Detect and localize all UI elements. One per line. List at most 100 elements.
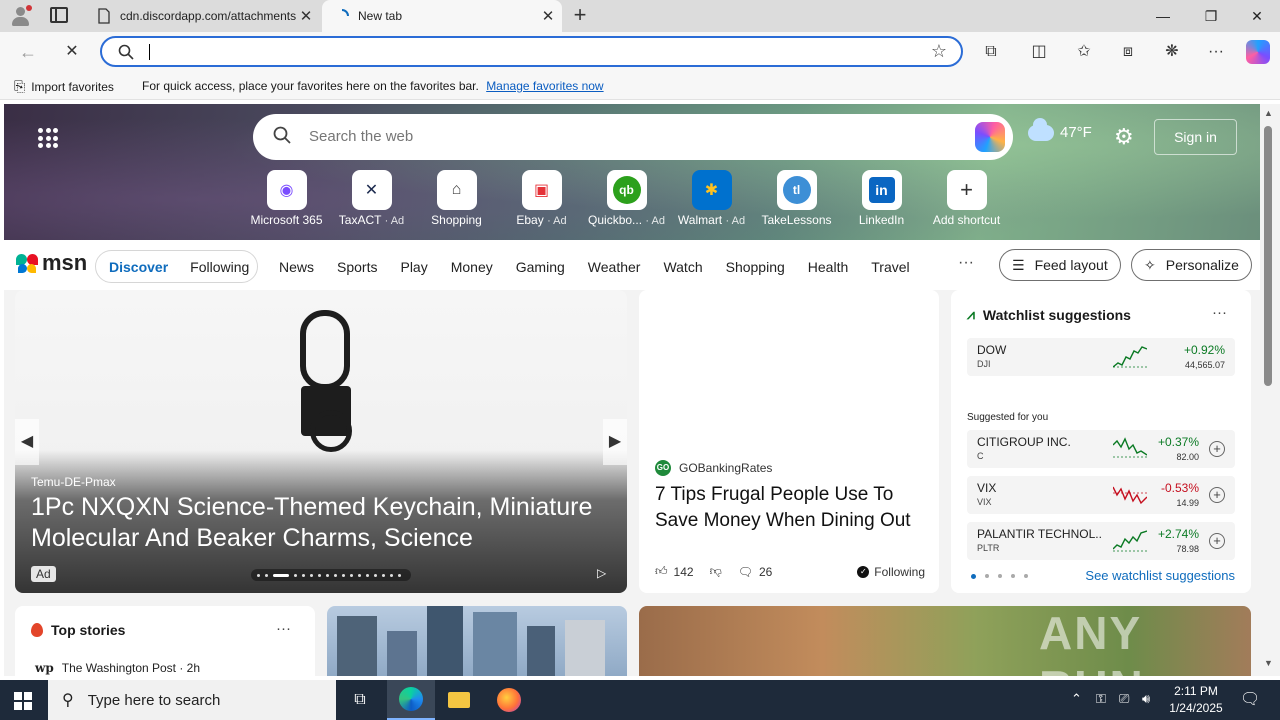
stock-citigroup[interactable]: CITIGROUP INC. C +0.37% 82.00 +: [967, 430, 1235, 468]
tab-discover[interactable]: Discover: [109, 259, 168, 275]
personalize-button[interactable]: ✧ Personalize: [1131, 249, 1252, 281]
nav-play[interactable]: Play: [400, 259, 427, 275]
watchlist-more-button[interactable]: ···: [1212, 304, 1227, 321]
like-button[interactable]: 👍︎ 142: [655, 564, 694, 579]
app-launcher-icon[interactable]: [38, 128, 58, 148]
category-links: News Sports Play Money Gaming Weather Wa…: [279, 259, 933, 275]
feed-layout-button[interactable]: ☰ Feed layout: [999, 249, 1121, 281]
web-search-box[interactable]: Search the web: [253, 114, 1013, 160]
tab-new-tab[interactable]: New tab ✕: [322, 0, 562, 32]
shortcut-shopping[interactable]: ⌂ Shopping: [414, 170, 499, 227]
shortcut-linkedin[interactable]: in LinkedIn: [839, 170, 924, 227]
tab-actions-icon[interactable]: [50, 7, 68, 23]
volume-icon[interactable]: 🔊︎: [1142, 691, 1150, 707]
nav-news[interactable]: News: [279, 259, 314, 275]
nav-weather[interactable]: Weather: [588, 259, 641, 275]
favorites-bar: ⎘ Import favorites For quick access, pla…: [0, 72, 1280, 100]
comments-button[interactable]: 🗨︎ 26: [738, 565, 773, 579]
farm-image-card[interactable]: ANY RUN: [639, 606, 1251, 676]
ad-label: · Ad: [384, 215, 405, 227]
profile-icon[interactable]: [10, 5, 32, 27]
scrollbar-thumb[interactable]: [1264, 126, 1272, 386]
nav-health[interactable]: Health: [808, 259, 848, 275]
windows-start-icon[interactable]: [14, 692, 32, 710]
firefox-icon[interactable]: [485, 680, 533, 720]
shortcut-taxact[interactable]: ✕ TaxACT · Ad: [329, 170, 414, 227]
task-view-icon[interactable]: ⧉: [336, 680, 384, 720]
favorite-star-icon[interactable]: ☆: [931, 41, 947, 62]
nav-shopping[interactable]: Shopping: [726, 259, 785, 275]
nav-watch[interactable]: Watch: [663, 259, 702, 275]
taskbar-search-box[interactable]: ⚲ Type here to search: [48, 680, 336, 720]
add-to-watchlist-icon[interactable]: +: [1209, 441, 1225, 457]
add-shortcut-button[interactable]: + Add shortcut: [924, 170, 1009, 227]
city-skyline-image-card[interactable]: [327, 606, 627, 676]
nav-travel[interactable]: Travel: [871, 259, 909, 275]
extensions-icon[interactable]: ⧉: [980, 41, 1002, 63]
stock-ticker: DJI: [977, 359, 991, 369]
network-icon[interactable]: ⎚: [1119, 691, 1129, 707]
stop-loading-button[interactable]: ✕: [58, 38, 86, 66]
minimize-button[interactable]: —: [1140, 0, 1186, 32]
top-stories-more-button[interactable]: ···: [276, 620, 291, 637]
split-screen-icon[interactable]: ◫: [1028, 41, 1050, 63]
stock-dow[interactable]: DOW DJI +0.92% 44,565.07: [967, 338, 1235, 376]
close-tab-icon[interactable]: ✕: [538, 7, 558, 25]
add-to-watchlist-icon[interactable]: +: [1209, 487, 1225, 503]
stock-price: 14.99: [1176, 498, 1199, 508]
manage-favorites-link[interactable]: Manage favorites now: [486, 79, 603, 93]
favorites-icon[interactable]: ✩: [1073, 41, 1095, 63]
close-tab-icon[interactable]: ✕: [296, 7, 316, 25]
restore-button[interactable]: ❐: [1188, 0, 1234, 32]
notifications-icon[interactable]: 🗨︎: [1240, 689, 1260, 709]
sign-in-button[interactable]: Sign in: [1154, 119, 1237, 155]
address-bar[interactable]: ☆: [100, 36, 963, 67]
import-favorites-button[interactable]: ⎘ Import favorites: [14, 78, 114, 95]
file-explorer-icon[interactable]: [435, 680, 483, 720]
performance-icon[interactable]: ❋: [1161, 41, 1183, 63]
shortcut-takelessons[interactable]: tl TakeLessons: [754, 170, 839, 227]
tab-following[interactable]: Following: [190, 259, 249, 275]
system-clock[interactable]: 2:11 PM 1/24/2025: [1160, 683, 1232, 717]
see-watchlist-link[interactable]: See watchlist suggestions: [1085, 568, 1235, 583]
scroll-down-icon[interactable]: ▼: [1264, 658, 1273, 668]
hero-ad-card[interactable]: ◀ ▶ Temu-DE-Pmax 1Pc NXQXN Science-Theme…: [15, 290, 627, 593]
settings-more-icon[interactable]: ···: [1205, 41, 1227, 63]
copilot-icon[interactable]: [1246, 40, 1270, 64]
shortcut-microsoft-365[interactable]: ◉ Microsoft 365: [244, 170, 329, 227]
dislike-button[interactable]: 👎︎: [710, 564, 722, 579]
carousel-next-button[interactable]: ▶: [603, 419, 627, 465]
shortcut-quickbooks[interactable]: qb Quickbo... · Ad: [584, 170, 669, 227]
back-button[interactable]: ←: [14, 38, 42, 66]
edge-taskbar-icon[interactable]: [387, 680, 435, 720]
security-icon[interactable]: ⚿: [1096, 691, 1106, 707]
tray-chevron-icon[interactable]: ⌃: [1071, 691, 1082, 707]
collections-icon[interactable]: ⧈: [1117, 41, 1139, 63]
gear-icon[interactable]: ⚙: [1114, 124, 1134, 150]
ad-choices-icon[interactable]: ▷: [597, 566, 606, 580]
carousel-prev-button[interactable]: ◀: [15, 419, 39, 465]
stock-change: +0.92%: [1183, 343, 1225, 357]
add-to-watchlist-icon[interactable]: +: [1209, 533, 1225, 549]
news-card[interactable]: GO GOBankingRates 7 Tips Frugal People U…: [639, 290, 939, 593]
nav-gaming[interactable]: Gaming: [516, 259, 565, 275]
close-window-button[interactable]: ✕: [1234, 0, 1280, 32]
weather-widget[interactable]: 47°F: [1028, 117, 1092, 141]
msn-logo[interactable]: msn: [16, 250, 87, 276]
ad-headline[interactable]: 1Pc NXQXN Science-Themed Keychain, Minia…: [31, 492, 615, 554]
shortcut-ebay[interactable]: ▣ Ebay · Ad: [499, 170, 584, 227]
following-button[interactable]: ✓ Following: [857, 565, 925, 579]
news-headline[interactable]: 7 Tips Frugal People Use To Save Money W…: [655, 482, 925, 534]
more-categories-button[interactable]: ···: [958, 254, 974, 272]
nav-sports[interactable]: Sports: [337, 259, 377, 275]
stock-vix[interactable]: VIX VIX -0.53% 14.99 +: [967, 476, 1235, 514]
new-tab-button[interactable]: +: [568, 4, 592, 28]
shortcut-walmart[interactable]: ✱ Walmart · Ad: [669, 170, 754, 227]
page-scrollbar[interactable]: ▲ ▼: [1260, 104, 1280, 676]
tab-discord-attachment[interactable]: cdn.discordapp.com/attachments ✕: [84, 0, 320, 32]
scroll-up-icon[interactable]: ▲: [1264, 108, 1273, 118]
nav-money[interactable]: Money: [451, 259, 493, 275]
text-caret: [149, 44, 150, 60]
copilot-icon[interactable]: [975, 122, 1005, 152]
stock-palantir[interactable]: PALANTIR TECHNOL... PLTR +2.74% 78.98 +: [967, 522, 1235, 560]
